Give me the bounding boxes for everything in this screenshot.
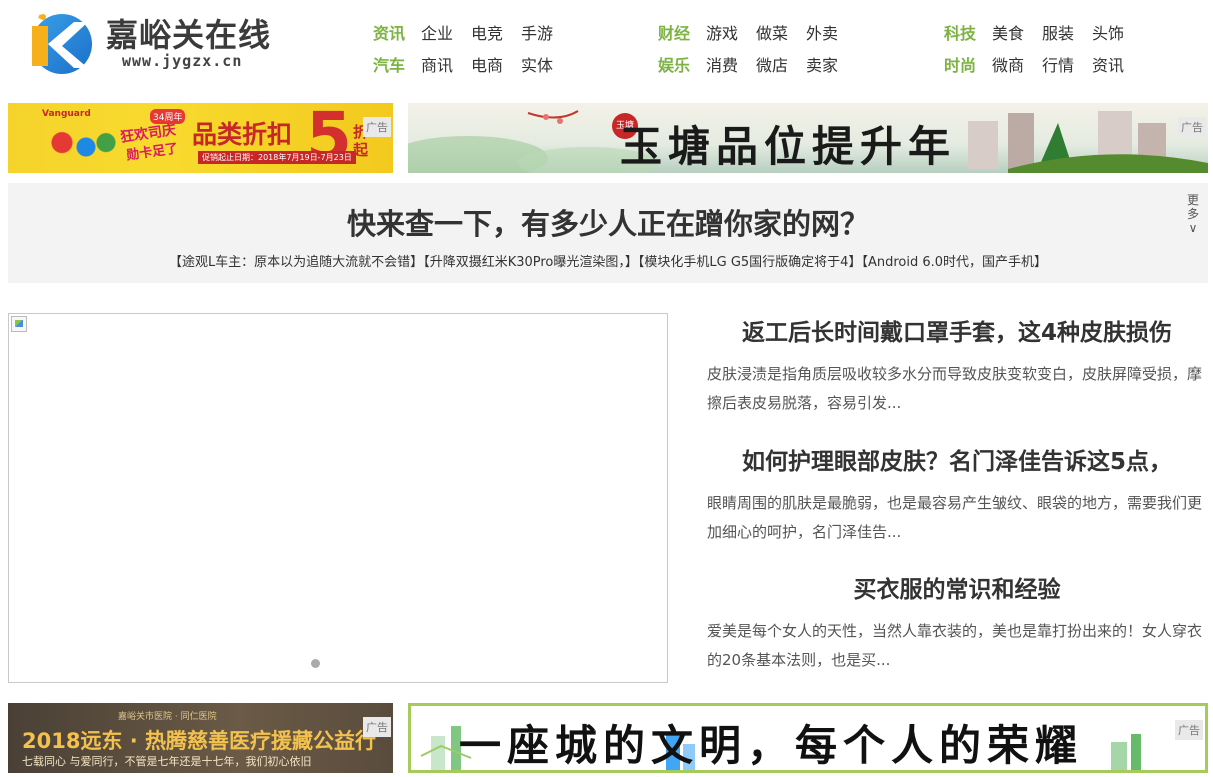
ad-main-text: 2018远东 · 热腾慈善医疗援藏公益行 (22, 729, 377, 753)
nav-row: 科技 美食 服装 头饰 (944, 16, 1142, 48)
nav-item[interactable]: 消费 (706, 52, 738, 76)
ad-main-text: 品类折扣 (192, 120, 293, 149)
ad-people-illustration (38, 125, 118, 169)
article-title[interactable]: 买衣服的常识和经验 (707, 575, 1207, 605)
ad-tag: 广告 (1175, 720, 1203, 740)
more-label: 更多 (1186, 193, 1199, 221)
logo-url: www.jygzx.cn (122, 52, 243, 70)
broken-image-icon (11, 316, 27, 332)
article-summary: 爱美是每个女人的天性，当然人靠衣装的，美也是靠打扮出来的！女人穿衣的20条基本法… (707, 622, 1203, 669)
ad-banner-civilization[interactable]: 一座城的文明，每个人的荣耀 广告 (408, 703, 1208, 773)
nav-group-2: 财经 游戏 做菜 外卖 娱乐 消费 微店 卖家 (658, 16, 856, 80)
nav-category[interactable]: 娱乐 (658, 52, 690, 76)
article-item: 返工后长时间戴口罩手套，这4种皮肤损伤 皮肤浸渍是指角质层吸收较多水分而导致皮肤… (707, 318, 1207, 418)
headline-title[interactable]: 快来查一下，有多少人正在蹭你家的网？ (8, 201, 1208, 243)
nav-category[interactable]: 资讯 (373, 20, 405, 44)
nav-group-1: 资讯 企业 电竞 手游 汽车 商讯 电商 实体 (373, 16, 571, 80)
article-summary: 眼睛周围的肌肤是最脆弱，也是最容易产生皱纹、眼袋的地方，需要我们更加细心的呵护，… (707, 494, 1203, 541)
nav-item[interactable]: 游戏 (706, 20, 738, 44)
nav-row: 时尚 微商 行情 资讯 (944, 48, 1142, 80)
nav-item[interactable]: 电商 (471, 52, 503, 76)
site-logo[interactable]: 嘉峪关在线 www.jygzx.cn (22, 6, 292, 76)
nav-item[interactable]: 手游 (521, 20, 553, 44)
article-item: 如何护理眼部皮肤？名门泽佳告诉这5点， 眼睛周围的肌肤是最脆弱，也是最容易产生皱… (707, 447, 1207, 547)
ad-date: 促销起止日期：2018年7月19日-7月23日 (198, 151, 356, 164)
nav-category[interactable]: 时尚 (944, 52, 976, 76)
article-summary: 皮肤浸渍是指角质层吸收较多水分而导致皮肤变软变白，皮肤屏障受损，摩擦后表皮易脱落… (707, 365, 1203, 412)
article-title[interactable]: 如何护理眼部皮肤？名门泽佳告诉这5点， (707, 447, 1207, 477)
nav-item[interactable]: 头饰 (1092, 20, 1124, 44)
logo-title: 嘉峪关在线 (106, 16, 272, 54)
nav-item[interactable]: 做菜 (756, 20, 788, 44)
nav-item[interactable]: 服装 (1042, 20, 1074, 44)
site-header: 嘉峪关在线 www.jygzx.cn 资讯 企业 电竞 手游 汽车 商讯 电商 … (0, 0, 1213, 92)
nav-category[interactable]: 汽车 (373, 52, 405, 76)
nav-item[interactable]: 卖家 (806, 52, 838, 76)
headline-links: 【途观L车主：原本以为追随大流就不会错】【升降双摄红米K30Pro曝光渲染图，】… (8, 251, 1208, 270)
nav-item[interactable]: 微店 (756, 52, 788, 76)
logo-k-icon (32, 14, 92, 74)
ad-main-text: 玉塘品位提升年 (620, 122, 957, 171)
ad-brand: Vanguard (42, 109, 91, 119)
headline-link[interactable]: 【升降双摄红米K30Pro曝光渲染图，】 (423, 255, 638, 270)
nav-row: 汽车 商讯 电商 实体 (373, 48, 571, 80)
ad-banner-charity[interactable]: 嘉峪关市医院 · 同仁医院 2018远东 · 热腾慈善医疗援藏公益行 七载同心 … (8, 703, 393, 773)
nav-row: 资讯 企业 电竞 手游 (373, 16, 571, 48)
nav-row: 财经 游戏 做菜 外卖 (658, 16, 856, 48)
headline-link[interactable]: 【Android 6.0时代，国产手机】 (861, 255, 1047, 270)
article-title[interactable]: 返工后长时间戴口罩手套，这4种皮肤损伤 (707, 318, 1207, 348)
headline-link[interactable]: 【模块化手机LG G5国行版确定将于4】 (638, 255, 862, 270)
ad-top-text: 嘉峪关市医院 · 同仁医院 (118, 712, 217, 722)
chevron-down-icon: ∨ (1188, 221, 1198, 235)
nav-item[interactable]: 外卖 (806, 20, 838, 44)
headline-link[interactable]: 【途观L车主：原本以为追随大流就不会错】 (169, 255, 423, 270)
nav-item[interactable]: 微商 (992, 52, 1024, 76)
article-item: 买衣服的常识和经验 爱美是每个女人的天性，当然人靠衣装的，美也是靠打扮出来的！女… (707, 575, 1207, 675)
more-button[interactable]: 更多 ∨ (1186, 193, 1200, 235)
nav-item[interactable]: 实体 (521, 52, 553, 76)
nav-item[interactable]: 电竞 (471, 20, 503, 44)
slider-dot[interactable] (311, 659, 320, 668)
image-slider[interactable] (8, 313, 668, 683)
nav-row: 娱乐 消费 微店 卖家 (658, 48, 856, 80)
nav-item[interactable]: 美食 (992, 20, 1024, 44)
ad-tag: 广告 (363, 717, 391, 737)
nav-item[interactable]: 行情 (1042, 52, 1074, 76)
nav-item[interactable]: 资讯 (1092, 52, 1124, 76)
nav-item[interactable]: 企业 (421, 20, 453, 44)
nav-category[interactable]: 科技 (944, 20, 976, 44)
ad-main-text: 一座城的文明，每个人的荣耀 (459, 721, 1084, 770)
ad-sub-text: 七载同心 与爱同行，不管是七年还是十七年，我们初心依旧 (22, 755, 312, 768)
nav-group-3: 科技 美食 服装 头饰 时尚 微商 行情 资讯 (944, 16, 1142, 80)
ad-tag: 广告 (363, 117, 391, 137)
ad-banner-yutang[interactable]: 玉塘 玉塘品位提升年 广告 (408, 103, 1208, 173)
nav-item[interactable]: 商讯 (421, 52, 453, 76)
ad-tag: 广告 (1178, 117, 1206, 137)
nav-category[interactable]: 财经 (658, 20, 690, 44)
ad-banner-sale[interactable]: 34周年 Vanguard 狂欢司庆 勋卡足了 品类折扣 5 折起 促销起止日期… (8, 103, 393, 173)
headline-box: 快来查一下，有多少人正在蹭你家的网？ 【途观L车主：原本以为追随大流就不会错】【… (8, 183, 1208, 283)
